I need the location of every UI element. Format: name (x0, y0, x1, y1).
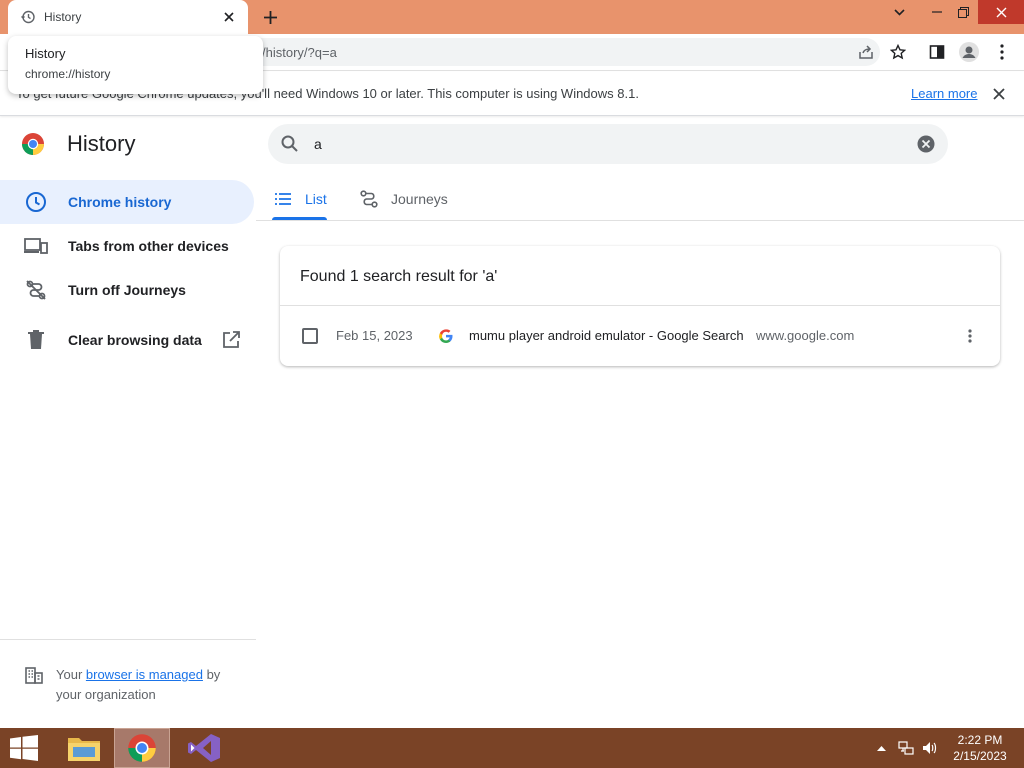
close-infobar-icon[interactable] (990, 85, 1008, 103)
folder-icon (68, 738, 100, 761)
volume-icon[interactable] (920, 728, 940, 768)
sidebar-item-label: Turn off Journeys (68, 282, 186, 298)
history-entry-date: Feb 15, 2023 (336, 328, 413, 343)
clock-icon (24, 190, 48, 214)
profile-avatar-icon[interactable] (959, 42, 979, 62)
sidebar-item-label: Tabs from other devices (68, 238, 229, 254)
system-clock[interactable]: 2:22 PM 2/15/2023 (940, 732, 1020, 764)
sidebar-item-label: Clear browsing data (68, 332, 202, 348)
history-search-field[interactable] (268, 124, 948, 164)
building-icon (25, 667, 43, 684)
new-tab-button[interactable] (259, 6, 281, 28)
sidebar-item-clear-browsing-data[interactable]: Clear browsing data (0, 318, 254, 362)
chrome-logo-icon (22, 133, 44, 155)
minimize-icon[interactable] (924, 0, 950, 24)
open-in-new-icon (222, 331, 240, 348)
close-tab-icon[interactable] (220, 8, 238, 26)
clear-search-icon[interactable] (916, 134, 936, 154)
sidebar-item-chrome-history[interactable]: Chrome history (0, 180, 254, 224)
list-icon (275, 193, 291, 205)
journeys-icon (360, 190, 378, 208)
windows-taskbar: 2:22 PM 2/15/2023 (0, 728, 1024, 768)
restore-icon[interactable] (950, 0, 976, 24)
address-bar-url[interactable]: /history/?q=a (262, 45, 337, 60)
clock-time: 2:22 PM (957, 733, 1003, 747)
sidebar: Chrome history Tabs from other devices T… (0, 178, 256, 640)
start-button[interactable] (0, 728, 48, 768)
search-input[interactable]: a (314, 136, 322, 152)
chrome-icon (128, 734, 156, 762)
tab-title: History (44, 10, 82, 24)
tab-journeys[interactable]: Journeys (360, 178, 448, 220)
sidebar-item-turn-off-journeys[interactable]: Turn off Journeys (0, 268, 254, 312)
tab-list[interactable]: List (274, 178, 327, 220)
visual-studio-icon (188, 734, 220, 762)
tab-strip: History (0, 0, 1024, 34)
view-tabs: List Journeys (256, 178, 1024, 221)
network-icon[interactable] (896, 728, 916, 768)
more-actions-icon[interactable] (960, 326, 980, 346)
managed-browser-notice: Your browser is managed by your organiza… (56, 665, 246, 705)
history-entry-checkbox[interactable] (302, 328, 318, 344)
page-title: History (67, 131, 136, 156)
hover-card-title: History (25, 46, 66, 61)
history-icon (21, 10, 35, 24)
browser-managed-link[interactable]: browser is managed (86, 667, 203, 682)
tab-search-icon[interactable] (888, 0, 910, 24)
tab-label: Journeys (391, 191, 448, 207)
history-entry-title[interactable]: mumu player android emulator - Google Se… (469, 328, 744, 343)
journeys-off-icon (24, 278, 48, 302)
active-tab-indicator (272, 217, 327, 220)
clock-date: 2/15/2023 (953, 749, 1007, 763)
tab-hover-card: History chrome://history (8, 36, 263, 94)
results-header: Found 1 search result for 'a' (300, 268, 498, 285)
history-entry-domain: www.google.com (756, 328, 855, 343)
sidebar-item-tabs-other-devices[interactable]: Tabs from other devices (0, 224, 254, 268)
more-menu-icon[interactable] (992, 42, 1012, 62)
devices-icon (24, 234, 48, 258)
taskbar-chrome[interactable] (114, 728, 170, 768)
learn-more-link[interactable]: Learn more (911, 86, 977, 101)
window-close-button[interactable] (978, 0, 1024, 24)
side-panel-icon[interactable] (927, 42, 947, 62)
results-card: Found 1 search result for 'a' Feb 15, 20… (280, 246, 1000, 366)
managed-prefix: Your (56, 667, 86, 682)
search-icon[interactable] (280, 134, 300, 154)
history-entry-row[interactable]: Feb 15, 2023 mumu player android emulato… (280, 306, 1000, 366)
sidebar-item-label: Chrome history (68, 194, 172, 210)
tab-label: List (305, 191, 327, 207)
trash-icon (24, 328, 48, 352)
browser-tab-history[interactable]: History (8, 0, 248, 34)
google-favicon-icon (439, 329, 453, 343)
taskbar-visual-studio[interactable] (176, 728, 232, 768)
sidebar-divider (0, 639, 256, 640)
show-hidden-icons-icon[interactable] (874, 728, 888, 768)
share-icon[interactable] (856, 42, 876, 62)
windows-logo-icon (10, 735, 38, 761)
bookmark-star-icon[interactable] (888, 42, 908, 62)
hover-card-url: chrome://history (25, 67, 111, 81)
taskbar-file-explorer[interactable] (56, 728, 112, 768)
